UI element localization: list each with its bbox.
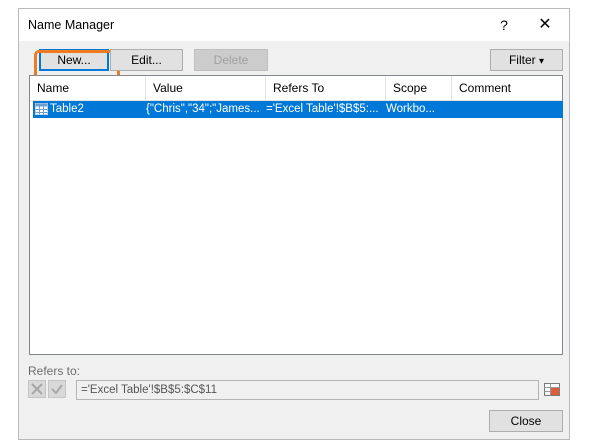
column-header-scope[interactable]: Scope: [386, 76, 452, 100]
close-button[interactable]: Close: [489, 410, 563, 432]
table-icon: [35, 103, 48, 115]
column-header-name[interactable]: Name: [30, 76, 146, 100]
delete-button[interactable]: Delete: [194, 49, 268, 71]
chevron-down-icon: ▾: [538, 56, 545, 67]
column-header-refers-to[interactable]: Refers To: [266, 76, 386, 100]
refers-to-input[interactable]: ='Excel Table'!$B$5:$C$11: [76, 380, 539, 400]
collapse-dialog-icon[interactable]: [542, 380, 562, 400]
edit-button[interactable]: Edit...: [110, 49, 183, 71]
title-bar: Name Manager ? ✕: [19, 9, 569, 41]
column-header-comment[interactable]: Comment: [452, 76, 562, 100]
help-button[interactable]: ?: [495, 15, 513, 35]
names-list[interactable]: Name Value Refers To Scope Comment Table…: [29, 75, 563, 355]
row-name: Table2: [50, 103, 84, 115]
column-header-value[interactable]: Value: [146, 76, 266, 100]
row-comment: [452, 101, 552, 118]
row-value: {"Chris","34";"James...: [146, 103, 260, 115]
dialog-title: Name Manager: [28, 18, 115, 32]
filter-button[interactable]: Filter ▾: [490, 49, 563, 71]
table-row[interactable]: Table2 {"Chris","34";"James... ='Excel T…: [33, 101, 563, 118]
name-manager-dialog: Name Manager ? ✕ New... Edit... Delete F…: [18, 8, 570, 440]
row-refers-to: ='Excel Table'!$B$5:...: [266, 103, 379, 115]
close-icon[interactable]: ✕: [535, 15, 555, 35]
refers-to-label: Refers to:: [28, 364, 81, 378]
delete-button-label: Delete: [213, 53, 249, 67]
close-button-label: Close: [510, 414, 542, 428]
edit-button-label: Edit...: [131, 53, 162, 67]
filter-button-label: Filter: [508, 53, 536, 67]
row-scope: Workbo...: [386, 103, 435, 115]
cancel-edit-icon[interactable]: [28, 380, 46, 398]
confirm-edit-icon[interactable]: [48, 380, 66, 398]
